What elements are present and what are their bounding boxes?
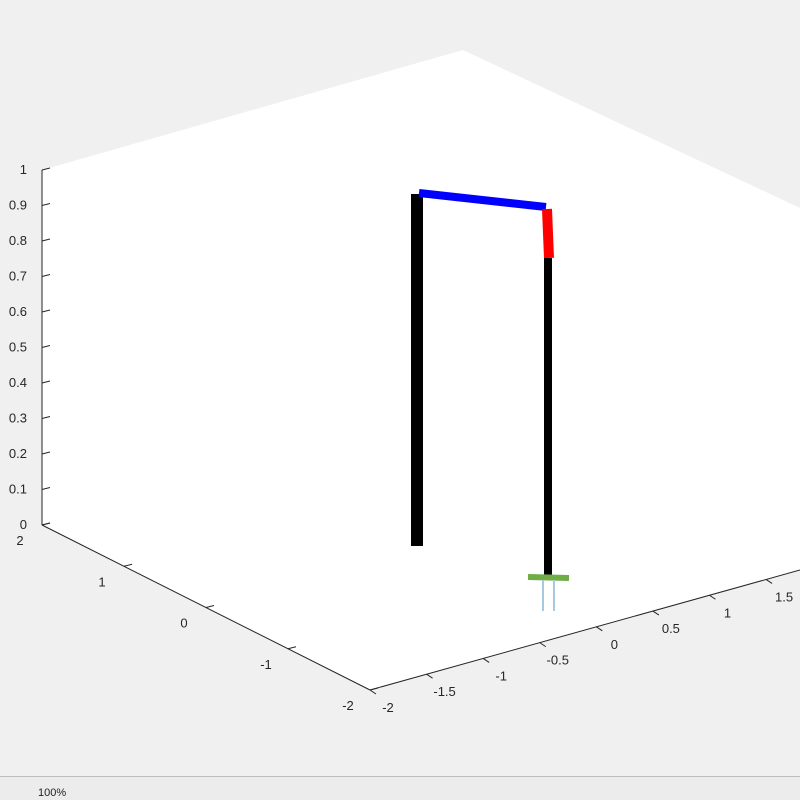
x-tick-mark [369, 689, 377, 695]
x-tick-label: 0 [611, 637, 618, 652]
z-tick-label: 1 [20, 162, 27, 177]
z-tick-label: 0.1 [9, 482, 27, 497]
x-tick-mark [482, 658, 490, 663]
x-tick-label: -1.5 [433, 684, 455, 699]
y-tick-label: 0 [180, 616, 187, 631]
x-tick-mark [765, 579, 773, 584]
x-tick-mark [652, 610, 660, 616]
y-tick-label: -1 [260, 657, 272, 672]
3d-plot[interactable]: 0 0.1 0.2 0.3 0.4 0.5 0.6 0.7 0.8 0.9 1 -2 -1 0 1 2 -2 -1… [0, 0, 800, 776]
x-tick-label: -2 [382, 700, 394, 715]
x-tick-label: 0.5 [662, 621, 680, 636]
x-tick-label: 1 [724, 605, 731, 620]
gripper-base [527, 574, 570, 581]
forearm [542, 208, 554, 259]
zoom-level: 100% [38, 787, 67, 799]
y-tick-label: 1 [98, 574, 105, 589]
z-tick-label: 0.3 [9, 411, 27, 426]
y-tick-label: -2 [342, 698, 354, 713]
figure-window: 0 0.1 0.2 0.3 0.4 0.5 0.6 0.7 0.8 0.9 1 -2 -1 0 1 2 -2 -1… [0, 0, 800, 776]
z-tick-label: 0.9 [9, 198, 27, 213]
x-tick-mark [426, 673, 433, 679]
x-tick-mark [596, 626, 603, 632]
z-tick-label: 0 [20, 517, 27, 532]
status-bar: 100% [0, 776, 800, 800]
z-tick-label: 0.7 [9, 269, 27, 284]
z-tick-label: 0.4 [9, 375, 27, 390]
z-tick-label: 0.5 [9, 340, 27, 355]
z-tick-label: 0.8 [9, 233, 27, 248]
x-tick-label: -0.5 [547, 653, 569, 668]
x-tick-mark [539, 642, 547, 648]
y-tick-label: 2 [16, 533, 23, 548]
x-tick-label: -1 [495, 668, 507, 683]
z-tick-label: 0.6 [9, 304, 27, 319]
x-tick-label: 1.5 [775, 589, 793, 604]
z-tick-label: 0.2 [9, 446, 27, 461]
x-tick-mark [709, 594, 716, 600]
